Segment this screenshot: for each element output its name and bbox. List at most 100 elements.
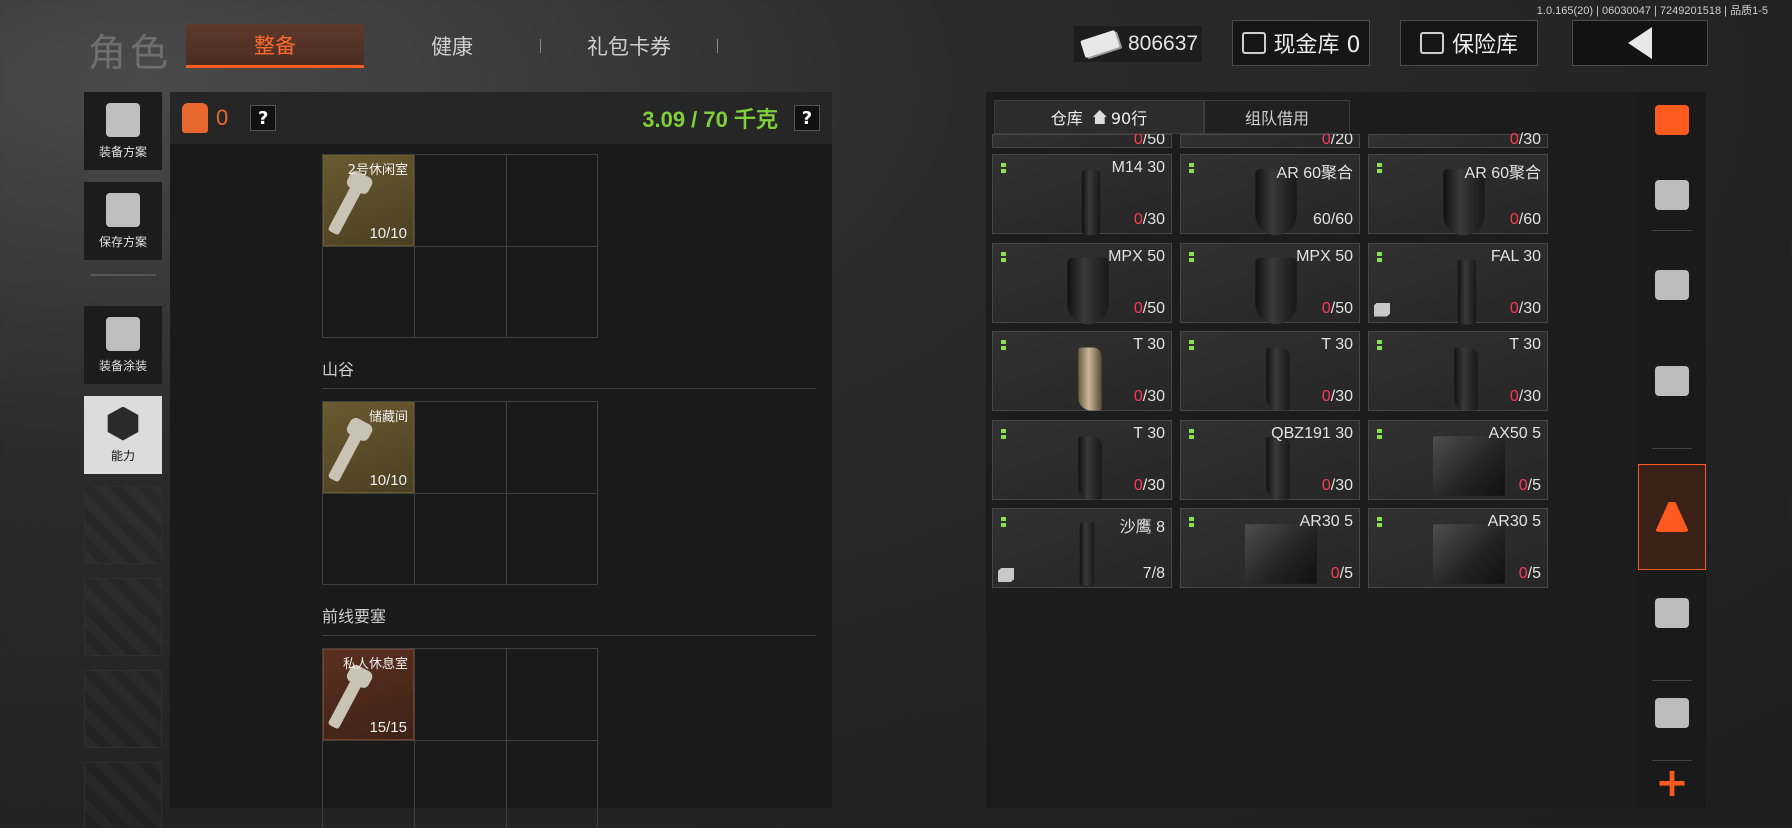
item-name: MPX 50 — [1296, 247, 1353, 265]
helmet-category[interactable] — [1638, 244, 1706, 326]
tab-equip[interactable]: 整备 — [186, 24, 364, 68]
ability-button[interactable]: 能力 — [84, 396, 162, 474]
rarity-indicator — [1189, 163, 1194, 173]
storage-item[interactable]: AX50 5 0/5 — [1368, 419, 1548, 500]
key-icon — [327, 427, 365, 483]
ammo-icon — [1655, 598, 1689, 628]
item-name: AX50 5 — [1488, 424, 1541, 442]
storage-item[interactable]: FAL 30 0/30 — [1368, 242, 1548, 324]
home-category[interactable] — [1638, 154, 1706, 236]
magazine-icon — [1079, 522, 1095, 586]
storage-panel: 仓库 90行 组队借用 0/50 0/20 0/30 M14 30 0/30 AR 60聚… — [986, 92, 1642, 808]
nav-divider — [1652, 448, 1692, 449]
save-plan-label: 保存方案 — [98, 234, 147, 249]
page-title: 角色 — [88, 31, 173, 75]
item-name: AR30 5 — [1299, 513, 1353, 530]
storage-item[interactable]: AR30 5 0/5 — [1180, 508, 1360, 588]
key-list: 2号休闲室 10/10 山谷 储藏间 10/10 前线要塞 私人休息室 15/1… — [322, 154, 822, 828]
tab-warehouse[interactable]: 仓库 90行 — [994, 100, 1204, 134]
key-icon — [327, 674, 365, 730]
section-title: 山谷 — [322, 360, 355, 379]
vest-loadout-icon — [106, 102, 140, 137]
storage-item[interactable]: T 30 0/30 — [992, 331, 1172, 411]
weight-display: 3.09 / 70 千克 — [642, 107, 778, 132]
back-button[interactable] — [1572, 20, 1708, 66]
magazine-icon — [1655, 502, 1689, 532]
storage-item-partial[interactable]: 0/20 — [1180, 131, 1360, 148]
vest-icon — [182, 103, 208, 133]
left-nav: 装备方案 保存方案 装备涂装 能力 — [84, 92, 162, 828]
add-button[interactable]: + — [1638, 758, 1706, 808]
key-grid: 2号休闲室 10/10 — [322, 154, 598, 338]
storage-item-partial[interactable]: 0/50 — [992, 131, 1172, 148]
storage-item[interactable]: MPX 50 0/50 — [1180, 242, 1360, 324]
item-name: AR 60聚合 — [1276, 165, 1353, 182]
rarity-indicator — [1377, 340, 1382, 350]
key-item[interactable]: 储藏间 10/10 — [323, 402, 414, 493]
rarity-indicator — [1189, 251, 1194, 262]
item-name: FAL 30 — [1490, 247, 1541, 265]
storage-item[interactable]: AR 60聚合 60/60 — [1180, 154, 1360, 236]
item-count: 0/30 — [1133, 388, 1165, 405]
warehouse-rows: 90行 — [1110, 109, 1148, 128]
item-name: QBZ191 30 — [1271, 424, 1353, 442]
tab-gift[interactable]: 礼包卡券 — [541, 24, 717, 68]
category-nav: + — [1638, 92, 1706, 808]
storage-item[interactable]: T 30 0/30 — [992, 419, 1172, 500]
help-button[interactable]: ? — [250, 105, 277, 131]
ammo-category[interactable] — [1638, 572, 1706, 654]
safe-box-label: 保险库 — [1451, 33, 1518, 58]
box-icon — [1374, 302, 1390, 317]
box-icon — [998, 568, 1014, 582]
safe-box-button[interactable]: 保险库 — [1400, 20, 1538, 66]
key-uses: 10/10 — [369, 225, 407, 242]
key-name: 储藏间 — [368, 410, 408, 425]
storage-item[interactable]: T 30 0/30 — [1368, 331, 1548, 411]
magazine-icon — [1255, 257, 1297, 324]
tab-health[interactable]: 健康 — [364, 24, 540, 68]
storage-item[interactable]: AR30 5 0/5 — [1368, 508, 1548, 588]
rifle-category[interactable] — [1638, 340, 1706, 422]
equipment-skin-button[interactable]: 装备涂装 — [84, 306, 162, 384]
restack-button[interactable] — [1638, 96, 1706, 144]
vest-count: 0 — [216, 105, 229, 130]
nav-divider — [1652, 680, 1692, 681]
item-count: 0/30 — [1133, 476, 1165, 494]
empty-slot — [84, 762, 162, 828]
cash-vault-button[interactable]: 现金库 0 — [1232, 20, 1370, 66]
rarity-indicator — [1001, 251, 1006, 262]
key-item[interactable]: 2号休闲室 10/10 — [323, 155, 414, 246]
loadout-plan-button[interactable]: 装备方案 — [84, 92, 162, 170]
item-count: 0/5 — [1518, 476, 1541, 494]
key-item[interactable]: 私人休息室 15/15 — [323, 649, 414, 740]
item-name: AR30 5 — [1487, 513, 1541, 530]
scope-category[interactable] — [1638, 672, 1706, 754]
magazine-icon — [1078, 436, 1102, 499]
item-count: 0/5 — [1330, 565, 1353, 582]
magazine-icon — [1078, 347, 1102, 411]
storage-item[interactable]: T 30 0/30 — [1180, 331, 1360, 411]
storage-item[interactable]: 沙鹰 8 7/8 — [992, 508, 1172, 588]
currency-display: 806637 — [1074, 26, 1202, 62]
storage-item[interactable]: M14 30 0/30 — [992, 154, 1172, 236]
helmet-icon — [1655, 270, 1689, 300]
tab-team-borrow[interactable]: 组队借用 — [1204, 100, 1350, 134]
item-name: T 30 — [1133, 424, 1165, 442]
storage-item[interactable]: AR 60聚合 0/60 — [1368, 154, 1548, 236]
storage-item-partial[interactable]: 0/30 — [1368, 131, 1548, 148]
chevron-left-icon — [1628, 27, 1652, 59]
key-grid: 私人休息室 15/15 — [322, 648, 598, 828]
magazine-category[interactable] — [1638, 464, 1706, 570]
rarity-indicator — [1189, 340, 1194, 350]
storage-item[interactable]: QBZ191 30 0/30 — [1180, 419, 1360, 500]
cash-vault-label: 现金库 0 — [1273, 33, 1361, 58]
empty-slot — [84, 670, 162, 748]
item-name: T 30 — [1509, 336, 1541, 353]
rarity-indicator — [1377, 163, 1382, 173]
save-plan-button[interactable]: 保存方案 — [84, 182, 162, 260]
nav-divider — [1652, 230, 1692, 231]
magazine-icon — [1082, 170, 1100, 236]
weight-help-button[interactable]: ? — [794, 105, 820, 131]
storage-item[interactable]: MPX 50 0/50 — [992, 242, 1172, 324]
item-count: 0/30 — [1133, 211, 1165, 228]
